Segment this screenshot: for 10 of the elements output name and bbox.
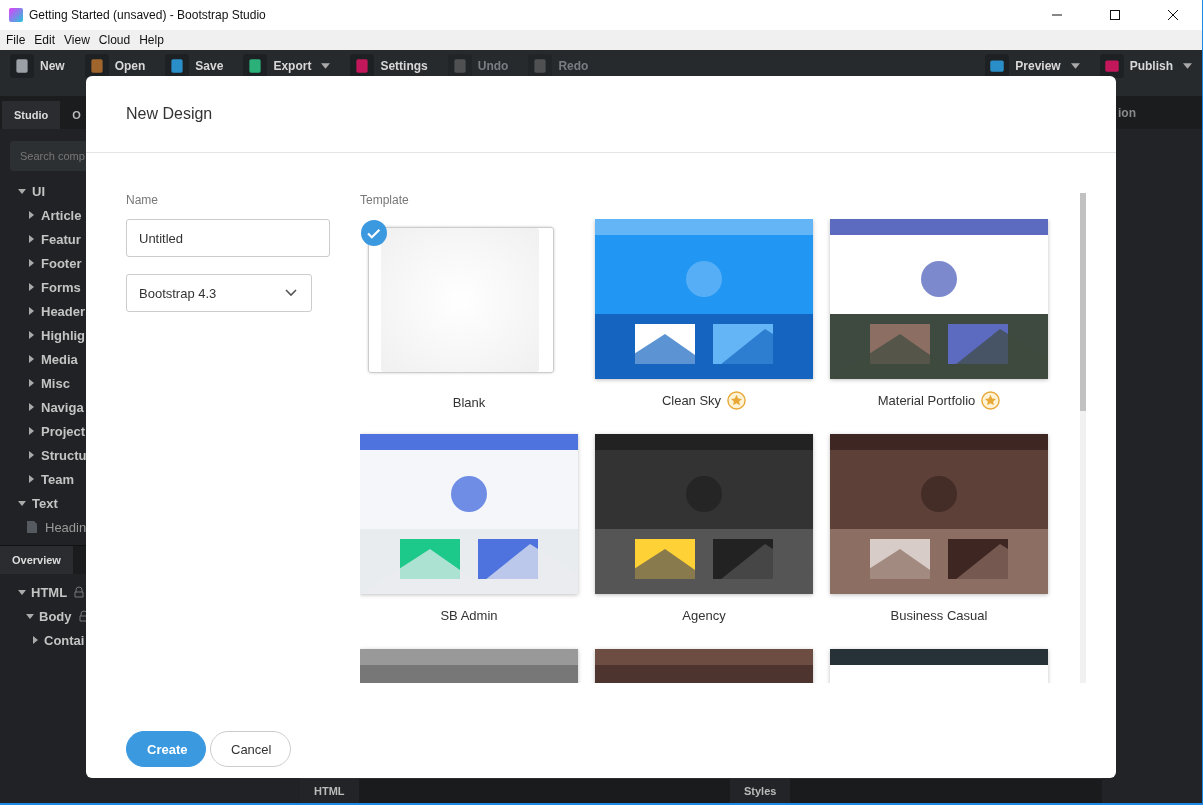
field-label: Name	[126, 193, 159, 207]
field-label: Template	[360, 193, 410, 207]
template-name: Blank	[452, 394, 486, 410]
template-name: Clean Sky	[661, 392, 722, 408]
template-name: Material Portfolio	[877, 392, 976, 408]
window-title: Getting Started (unsaved) - Bootstrap Studio	[29, 8, 266, 22]
template-name: Business Casual	[890, 607, 988, 623]
dialog-title: New Design	[126, 105, 213, 123]
template-name: SB Admin	[440, 607, 498, 623]
template-name: Agency	[682, 607, 726, 623]
